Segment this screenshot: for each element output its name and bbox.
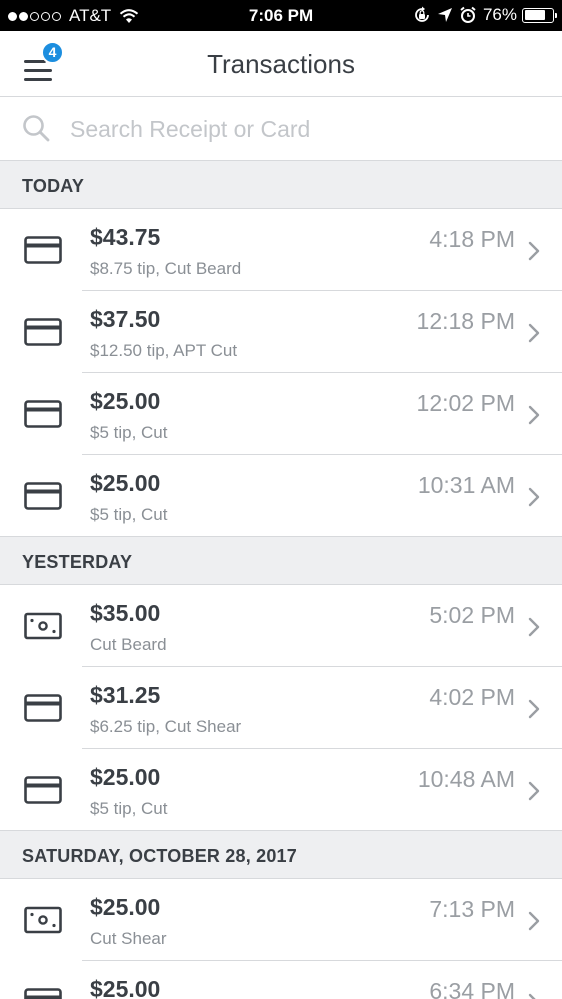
battery-level <box>524 10 546 20</box>
transaction-detail: Cut Beard <box>90 635 167 654</box>
transaction-row[interactable]: $25.00 6:34 PM <box>0 961 562 999</box>
transaction-amount: $25.00 <box>90 976 161 999</box>
transaction-time: 12:02 PM <box>416 390 515 416</box>
transaction-row[interactable]: $25.00 $5 tip, Cut 12:02 PM <box>0 373 562 455</box>
transaction-amount: $43.75 <box>90 224 161 250</box>
card-icon <box>24 318 62 346</box>
card-icon <box>24 482 62 510</box>
cash-icon <box>24 612 62 640</box>
transaction-amount: $25.00 <box>90 388 161 414</box>
chevron-right-icon <box>528 781 540 801</box>
chevron-right-icon <box>528 487 540 507</box>
battery-icon <box>522 7 557 23</box>
transaction-time: 10:31 AM <box>417 472 515 498</box>
location-arrow-icon <box>437 8 452 22</box>
transaction-time: 5:02 PM <box>429 602 515 628</box>
transaction-detail: $8.75 tip, Cut Beard <box>90 259 242 278</box>
card-icon <box>24 236 62 264</box>
transaction-detail: $5 tip, Cut <box>90 505 168 524</box>
chevron-right-icon <box>528 617 540 637</box>
section-header: TODAY <box>0 161 562 209</box>
chevron-right-icon <box>528 405 540 425</box>
cash-icon <box>24 906 62 934</box>
battery-percentage: 76% <box>482 5 517 24</box>
transaction-row[interactable]: $37.50 $12.50 tip, APT Cut 12:18 PM <box>0 291 562 373</box>
chevron-right-icon <box>528 911 540 931</box>
card-icon <box>24 400 62 428</box>
status-right: 76% <box>413 5 557 25</box>
transaction-amount: $25.00 <box>90 764 161 790</box>
search-bar <box>0 97 562 161</box>
transaction-row[interactable]: $31.25 $6.25 tip, Cut Shear 4:02 PM <box>0 667 562 749</box>
transaction-detail: $5 tip, Cut <box>90 799 168 818</box>
transaction-time: 7:13 PM <box>429 896 515 922</box>
transaction-detail: $12.50 tip, APT Cut <box>90 341 238 360</box>
status-bar: AT&T 7:06 PM 76% <box>0 0 562 31</box>
transaction-detail: Cut Shear <box>90 929 167 948</box>
chevron-right-icon <box>528 323 540 343</box>
page-title: Transactions <box>207 49 355 79</box>
section-header: SATURDAY, OCTOBER 28, 2017 <box>0 831 562 879</box>
transaction-row[interactable]: $35.00 Cut Beard 5:02 PM <box>0 585 562 667</box>
rotation-lock-icon <box>415 6 429 22</box>
transaction-amount: $25.00 <box>90 894 161 920</box>
transaction-time: 12:18 PM <box>416 308 515 334</box>
nav-header: 4 Transactions <box>0 31 562 97</box>
chevron-right-icon <box>528 993 536 999</box>
transaction-row[interactable]: $25.00 Cut Shear 7:13 PM <box>0 879 562 961</box>
transaction-detail: $6.25 tip, Cut Shear <box>90 717 242 736</box>
transaction-time: 4:02 PM <box>429 684 515 710</box>
card-icon <box>24 694 62 722</box>
transaction-amount: $25.00 <box>90 470 161 496</box>
chevron-right-icon <box>528 241 540 261</box>
card-icon <box>24 988 62 999</box>
transaction-amount: $37.50 <box>90 306 161 332</box>
transaction-row[interactable]: $43.75 $8.75 tip, Cut Beard 4:18 PM <box>0 209 562 291</box>
transaction-row[interactable]: $25.00 $5 tip, Cut 10:48 AM <box>0 749 562 831</box>
alarm-clock-icon <box>460 6 476 23</box>
search-icon <box>23 115 50 142</box>
section-header: YESTERDAY <box>0 537 562 585</box>
transaction-time: 10:48 AM <box>417 766 515 792</box>
transaction-amount: $31.25 <box>90 682 161 708</box>
chevron-right-icon <box>528 699 540 719</box>
transaction-amount: $35.00 <box>90 600 161 626</box>
transaction-detail: $5 tip, Cut <box>90 423 168 442</box>
transactions-list: TODAY $43.75 $8.75 tip, Cut Beard 4:18 PM … <box>0 161 562 999</box>
search-input[interactable] <box>70 112 540 146</box>
transaction-time: 4:18 PM <box>429 226 515 252</box>
transaction-row[interactable]: $25.00 $5 tip, Cut 10:31 AM <box>0 455 562 537</box>
card-icon <box>24 776 62 804</box>
transaction-time: 6:34 PM <box>429 978 515 999</box>
